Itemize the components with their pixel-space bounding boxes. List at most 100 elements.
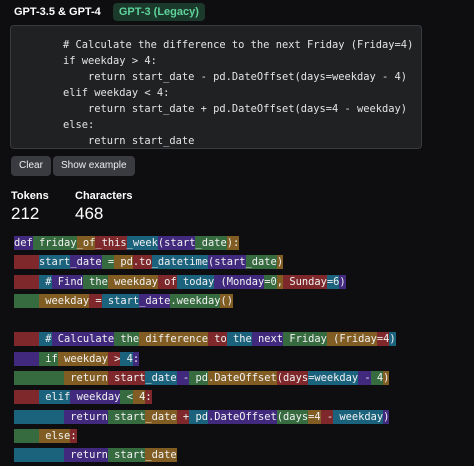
token: pd <box>189 409 208 424</box>
token: : <box>70 428 77 443</box>
token: 4 <box>132 390 146 405</box>
token: next <box>251 332 284 347</box>
token: of <box>157 274 177 289</box>
token <box>14 428 40 443</box>
token <box>14 351 40 366</box>
token: start <box>101 293 140 308</box>
show-example-button[interactable]: Show example <box>53 156 135 176</box>
input-line: else: <box>63 119 95 131</box>
tab-gpt-3-legacy[interactable]: GPT-3 (Legacy) <box>112 3 205 21</box>
input-line: return start_date - pd.DateOffset(days=w… <box>63 71 408 83</box>
token: = <box>89 293 102 308</box>
code-input-area[interactable]: # Calculate the difference to the next F… <box>10 25 422 149</box>
token: def <box>14 236 33 250</box>
tokens-count: 212 <box>11 204 40 223</box>
token: _week <box>126 236 158 250</box>
token: - <box>320 409 334 424</box>
token <box>14 409 65 424</box>
token: # <box>39 274 52 289</box>
token: < <box>120 390 133 405</box>
tokens-label: Tokens <box>11 190 49 202</box>
token: : <box>132 351 140 366</box>
token: # <box>39 332 52 347</box>
token-line: # Calculate the difference to the next F… <box>14 330 474 349</box>
clear-button[interactable]: Clear <box>11 156 51 176</box>
token: _date <box>145 371 177 386</box>
input-line: return start_date + pd.DateOffset(days=4… <box>63 103 408 115</box>
token <box>14 274 40 289</box>
token: _date <box>145 409 177 424</box>
token: Sunday <box>283 274 327 289</box>
token: .DateOffset <box>207 371 277 386</box>
token: () <box>220 293 233 308</box>
token-line: return start _date <box>14 446 474 465</box>
token: : <box>145 390 152 405</box>
token: _date <box>139 293 171 308</box>
token-line: weekday = start _date .weekday() <box>14 292 474 311</box>
token: .to <box>132 255 152 270</box>
token: _date <box>70 255 102 270</box>
token: Friday <box>283 332 327 347</box>
token: else <box>39 428 71 443</box>
token: ) <box>383 409 390 424</box>
token <box>14 390 40 405</box>
token: ) <box>339 274 346 289</box>
token: _this <box>95 236 127 250</box>
model-tabs: GPT-3.5 & GPT-4 GPT-3 (Legacy) <box>8 3 205 21</box>
token: Calculate <box>51 332 115 347</box>
token: return <box>64 371 108 386</box>
token: =4 <box>308 409 321 424</box>
token: the <box>114 332 140 347</box>
characters-count: 468 <box>75 204 104 223</box>
token <box>14 255 40 270</box>
token-line: return start _date - pd .DateOffset (days =w… <box>14 369 474 388</box>
input-line: elif weekday < 4: <box>63 87 170 99</box>
token: - <box>176 371 190 386</box>
token <box>14 448 65 463</box>
token-line: start _date = pd .to _datetime (start _date) <box>14 253 474 272</box>
characters-label: Characters <box>75 190 133 202</box>
token: weekday <box>39 293 90 308</box>
token: + <box>176 409 190 424</box>
token: if <box>39 351 58 366</box>
token: weekday <box>57 351 108 366</box>
token-line: if weekday > 4: <box>14 350 474 369</box>
token: ) <box>276 255 284 270</box>
token: Find <box>51 274 83 289</box>
token: elif <box>39 390 71 405</box>
token-line: def friday _of _this _week (start _date): <box>14 234 474 253</box>
token-line: return start _date + pd .DateOffset (days =4… <box>14 408 474 427</box>
token-line: # Find the weekday of today (Monday =0, S… <box>14 273 474 292</box>
token: 4 <box>370 371 384 386</box>
token: =4 <box>376 332 390 347</box>
token: return <box>64 448 108 463</box>
token: = <box>101 255 115 270</box>
token: the <box>226 332 252 347</box>
token: .DateOffset <box>207 409 277 424</box>
token: return <box>64 409 108 424</box>
token-line <box>14 311 474 330</box>
token <box>14 332 40 347</box>
token: to <box>207 332 227 347</box>
token: 4 <box>120 351 133 366</box>
token: _date <box>245 255 277 270</box>
token: (days <box>276 371 309 386</box>
tokenized-output: def friday _of _this _week (start _date): sta… <box>14 234 474 466</box>
input-line: return start_date <box>63 135 195 147</box>
token: _date <box>195 236 227 250</box>
input-line: # Calculate the difference to the next F… <box>63 39 414 51</box>
token: _of <box>76 236 96 250</box>
token: weekday <box>107 274 158 289</box>
token: weekday <box>333 409 384 424</box>
token: weekday <box>70 390 121 405</box>
token: =weekday <box>308 371 359 386</box>
token: today <box>176 274 215 289</box>
token: friday <box>32 236 77 250</box>
token: =6 <box>326 274 340 289</box>
tab-gpt-3-5-gpt-4[interactable]: GPT-3.5 & GPT-4 <box>8 3 107 21</box>
token: ) <box>389 332 396 347</box>
token: =0 <box>264 274 277 289</box>
token: (Friday <box>326 332 377 347</box>
token: ) <box>383 371 390 386</box>
token: ): <box>226 236 240 250</box>
